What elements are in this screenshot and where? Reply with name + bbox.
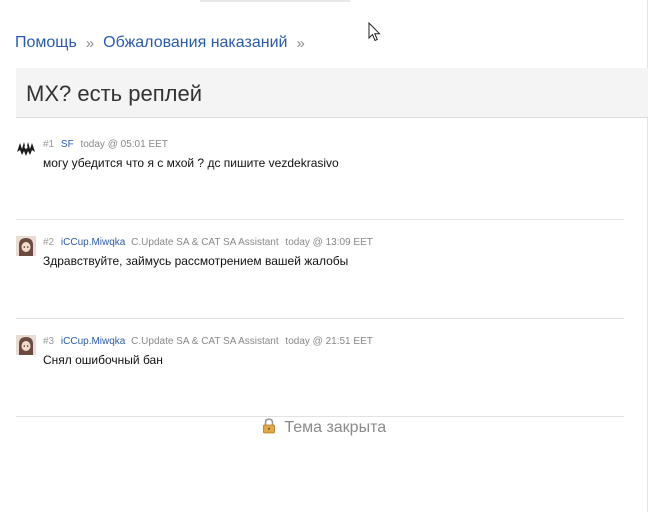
- top-divider: [200, 0, 350, 2]
- post-time: today @ 05:01 EET: [80, 139, 168, 150]
- avatar[interactable]: [16, 138, 36, 158]
- breadcrumb-link-help[interactable]: Помощь: [15, 34, 77, 52]
- topic-title-bar: MX? есть реплей: [16, 68, 648, 118]
- post-number[interactable]: #1: [43, 139, 54, 150]
- post-time: today @ 21:51 EET: [285, 336, 373, 347]
- post-meta: #2 iCCup.Miwqka C.Update SA & CAT SA Ass…: [43, 237, 373, 248]
- lock-icon: [262, 418, 275, 434]
- avatar[interactable]: [16, 236, 36, 256]
- topic-closed-label: Тема закрыта: [284, 419, 387, 436]
- post-meta: #3 iCCup.Miwqka C.Update SA & CAT SA Ass…: [43, 336, 373, 347]
- post-body: могу убедится что я с мхой ? дс пишите v…: [43, 156, 339, 170]
- post-body: Здравствуйте, займусь рассмотрением ваше…: [43, 254, 349, 268]
- breadcrumb-separator: »: [296, 34, 305, 52]
- post-author[interactable]: iCCup.Miwqka: [61, 237, 125, 248]
- topic-title: MX? есть реплей: [26, 81, 202, 106]
- post-author-role: C.Update SA & CAT SA Assistant: [131, 237, 279, 248]
- topic-closed-notice: Тема закрыта: [0, 418, 648, 437]
- post-author-role: C.Update SA & CAT SA Assistant: [131, 336, 279, 347]
- post-divider: [16, 416, 624, 417]
- breadcrumb: Помощь » Обжалования наказаний »: [15, 34, 314, 52]
- post-meta: #1 SF today @ 05:01 EET: [43, 139, 168, 150]
- post-time: today @ 13:09 EET: [285, 237, 373, 248]
- avatar[interactable]: [16, 335, 36, 355]
- post-author[interactable]: iCCup.Miwqka: [61, 336, 125, 347]
- post-number[interactable]: #2: [43, 237, 54, 248]
- post-divider: [16, 318, 624, 319]
- mouse-pointer-icon: [368, 22, 381, 42]
- post-number[interactable]: #3: [43, 336, 54, 347]
- post-author[interactable]: SF: [61, 139, 74, 150]
- breadcrumb-link-appeals[interactable]: Обжалования наказаний: [103, 34, 287, 52]
- post-body: Снял ошибочный бан: [43, 353, 163, 367]
- post-divider: [16, 219, 624, 220]
- breadcrumb-separator: »: [85, 34, 95, 52]
